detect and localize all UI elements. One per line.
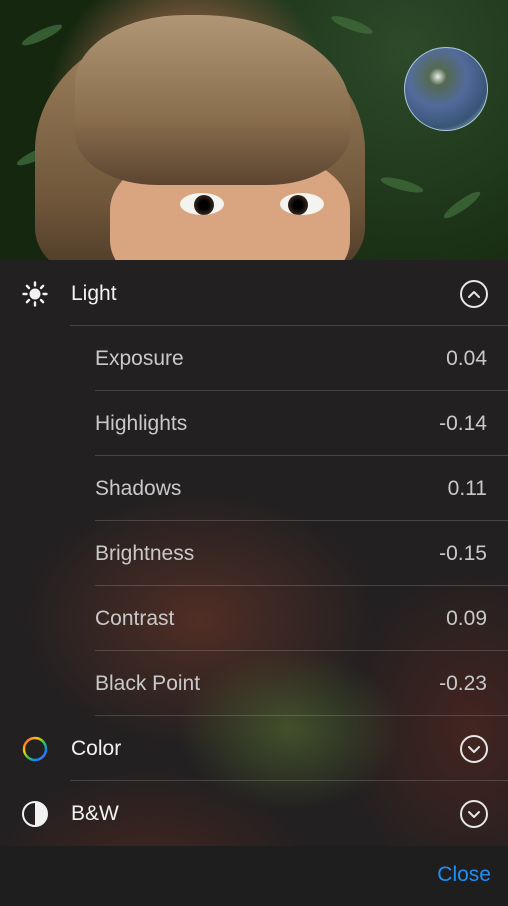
adjustment-row-black-point[interactable]: Black Point -0.23 [0, 651, 508, 716]
section-color[interactable]: Color [0, 716, 508, 781]
section-bw[interactable]: B&W [0, 781, 508, 846]
adjustment-row-brightness[interactable]: Brightness -0.15 [0, 521, 508, 586]
adjustment-label: Shadows [95, 476, 182, 500]
left-eye [180, 193, 224, 215]
foliage [329, 12, 375, 38]
sun-icon [20, 279, 50, 309]
adjustment-label: Black Point [95, 671, 201, 695]
adjustment-value: 0.04 [446, 346, 487, 370]
chevron-down-icon[interactable] [460, 734, 488, 763]
adjustment-value: 0.09 [446, 606, 487, 630]
foliage [19, 21, 65, 49]
color-ring-icon [20, 734, 50, 764]
photo-preview [0, 0, 508, 260]
close-button[interactable]: Close [437, 863, 491, 887]
adjustment-row-contrast[interactable]: Contrast 0.09 [0, 586, 508, 651]
half-circle-icon [20, 799, 50, 829]
right-eye [280, 193, 324, 215]
adjustment-row-highlights[interactable]: Highlights -0.14 [0, 391, 508, 456]
footer-bar: Close [0, 846, 508, 906]
foliage [441, 188, 483, 222]
section-light[interactable]: Light [0, 261, 508, 326]
adjustment-label: Highlights [95, 411, 188, 435]
section-color-label: Color [71, 736, 122, 760]
foliage [379, 174, 425, 196]
adjustment-row-shadows[interactable]: Shadows 0.11 [0, 456, 508, 521]
bangs [75, 15, 350, 185]
soap-bubble [404, 47, 488, 131]
adjustment-label: Exposure [95, 346, 184, 370]
adjustment-value: -0.14 [439, 411, 487, 435]
adjustment-value: -0.23 [439, 671, 487, 695]
adjustment-value: -0.15 [439, 541, 487, 565]
adjustment-row-exposure[interactable]: Exposure 0.04 [0, 326, 508, 391]
adjustment-label: Brightness [95, 541, 195, 565]
section-light-label: Light [71, 281, 117, 305]
adjustment-label: Contrast [95, 606, 175, 630]
section-bw-label: B&W [71, 801, 119, 825]
adjustment-value: 0.11 [447, 476, 487, 500]
chevron-up-icon[interactable] [460, 279, 488, 308]
chevron-down-icon[interactable] [460, 799, 488, 828]
